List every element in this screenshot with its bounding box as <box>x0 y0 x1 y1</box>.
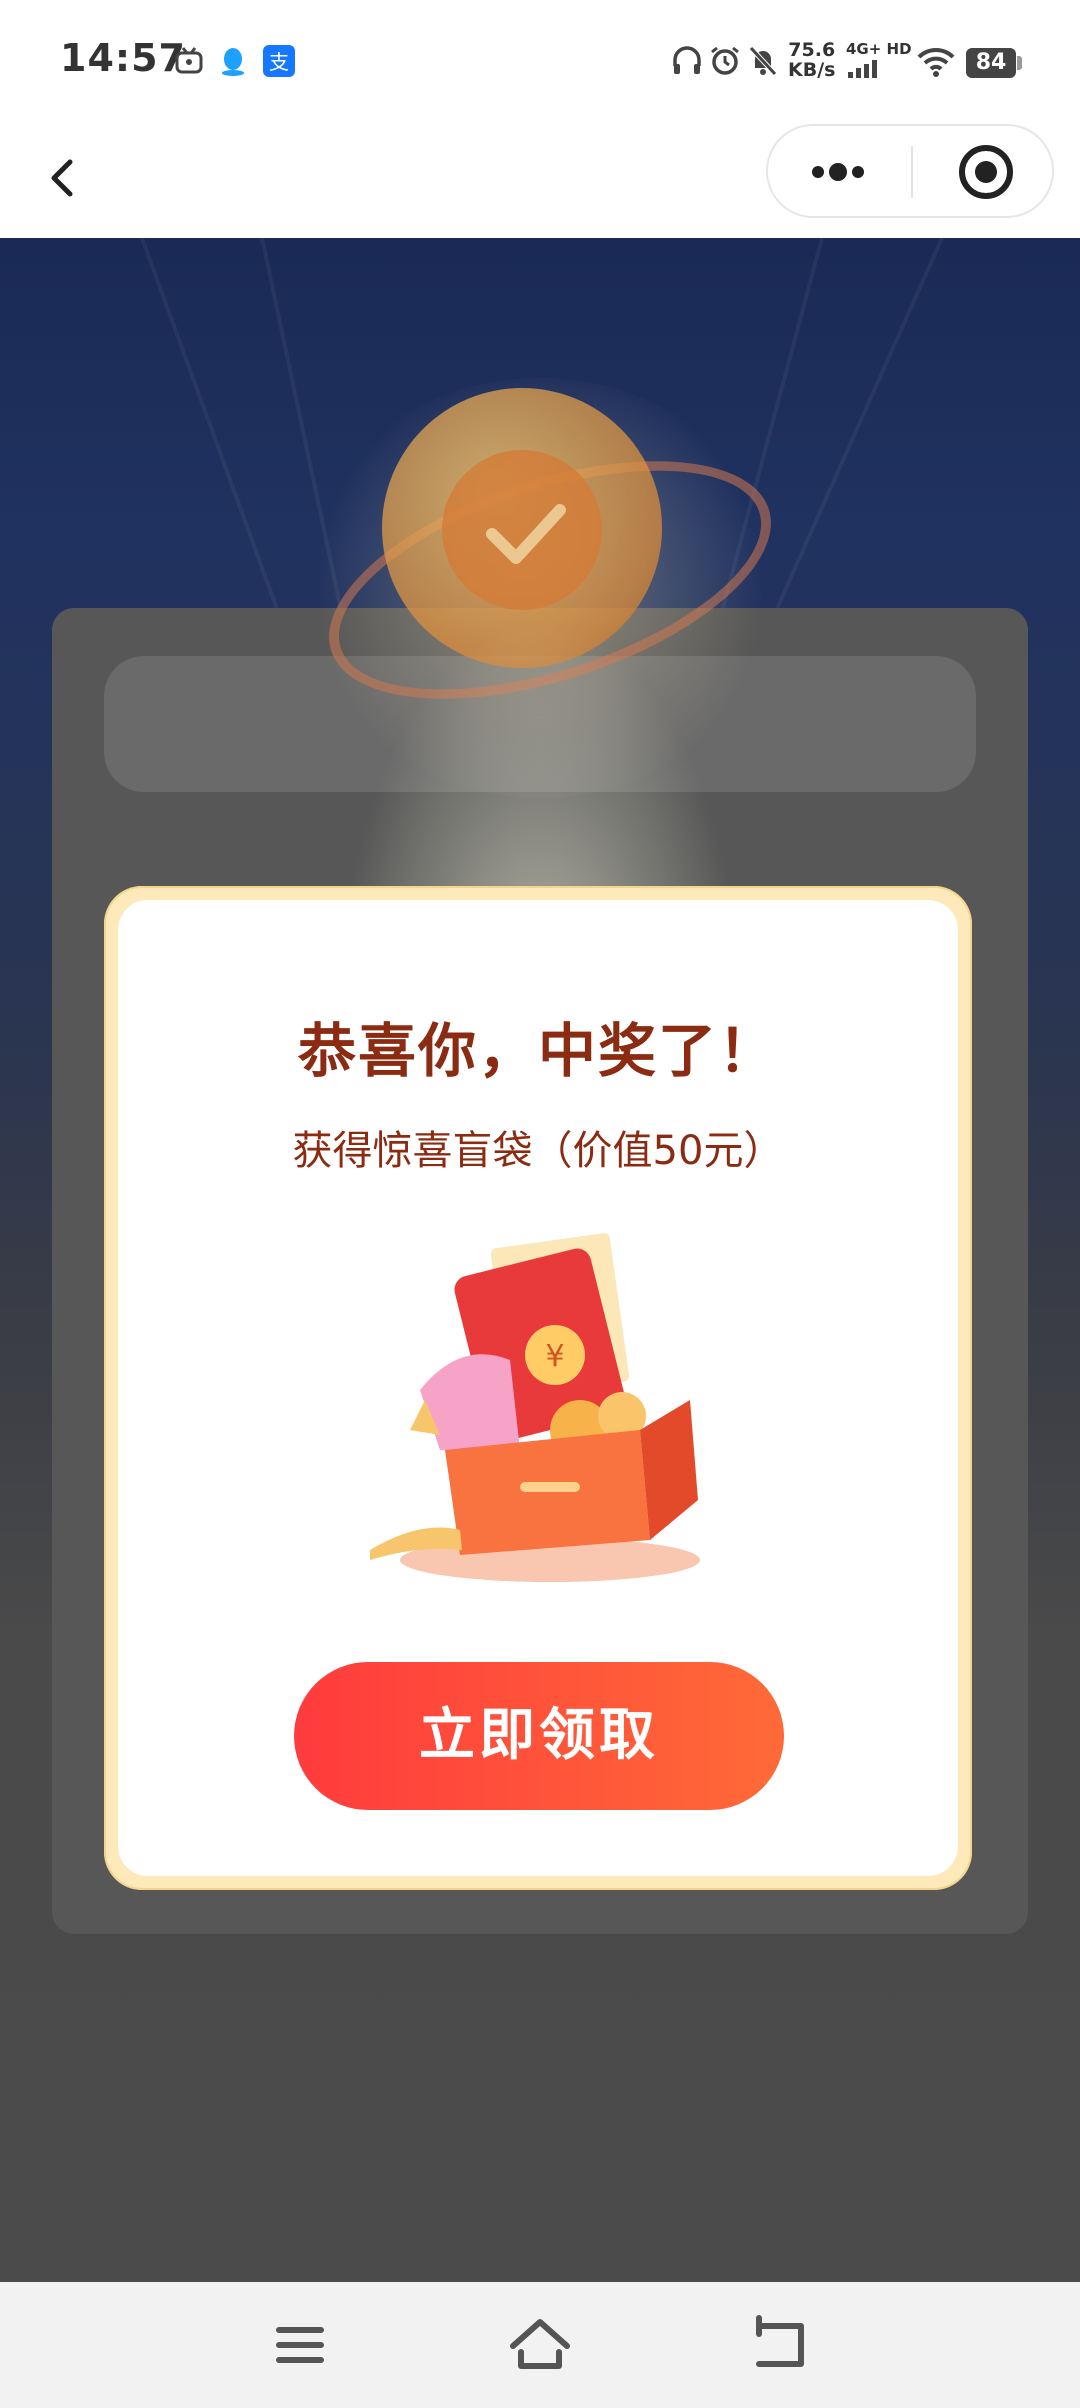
battery-tip <box>1017 56 1022 70</box>
checkmark-icon <box>486 504 566 564</box>
tv-icon <box>175 47 203 74</box>
prize-dialog: 恭喜你，中奖了！ 获得惊喜盲袋（价值50元） ¥ 立即领取 <box>104 886 972 1890</box>
prize-dialog-body: 恭喜你，中奖了！ 获得惊喜盲袋（价值50元） ¥ 立即领取 <box>118 900 958 1876</box>
blind-bag-illustration: ¥ <box>370 1233 700 1582</box>
svg-text:支: 支 <box>269 50 289 74</box>
chevron-left-icon[interactable] <box>30 140 100 216</box>
system-nav-bar <box>0 2282 1080 2408</box>
dialog-subtitle: 获得惊喜盲袋（价值50元） <box>292 1128 784 1174</box>
speed-value: 75.6 <box>788 39 836 61</box>
dialog-title: 恭喜你，中奖了！ <box>297 1017 778 1085</box>
menu-icon[interactable] <box>265 2312 335 2378</box>
nav-bar <box>0 118 1080 238</box>
target-icon[interactable] <box>936 142 1036 202</box>
home-icon[interactable] <box>505 2312 575 2378</box>
claim-button[interactable]: 立即领取 <box>294 1662 784 1810</box>
headphones-icon <box>673 46 701 74</box>
wifi-icon <box>917 47 955 77</box>
ellipsis-icon[interactable] <box>788 144 888 200</box>
bell-muted-icon <box>749 46 777 76</box>
speed-unit: KB/s <box>788 59 836 81</box>
back-arrow-icon[interactable] <box>745 2312 815 2378</box>
status-bar: 14:57 支 75.6 KB/s 4G+ HD 84 <box>0 0 1080 118</box>
capsule-divider <box>911 146 913 198</box>
svg-text:¥: ¥ <box>545 1339 564 1374</box>
battery-level: 84 <box>966 48 1016 78</box>
signal-icon <box>848 60 877 78</box>
network-label: 4G+ HD <box>846 40 912 58</box>
network-type: 4G+ HD <box>846 40 912 82</box>
alarm-icon <box>711 46 739 75</box>
network-speed: 75.6 KB/s <box>788 40 835 80</box>
qq-icon <box>222 48 244 76</box>
status-time: 14:57 <box>60 36 186 80</box>
alipay-icon: 支 <box>263 45 295 77</box>
capsule-menu <box>766 124 1054 218</box>
